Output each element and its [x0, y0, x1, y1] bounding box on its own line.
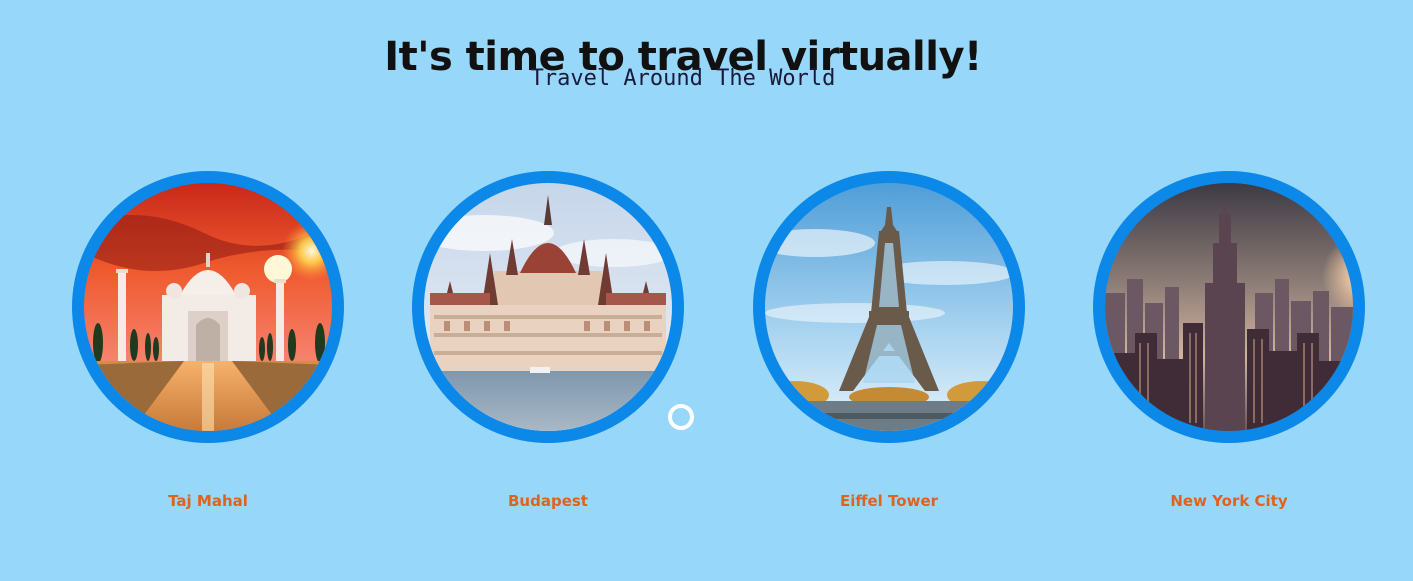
destination-name-eiffel-tower[interactable]: Eiffel Tower	[753, 490, 1025, 512]
budapest-parliament-photo[interactable]	[424, 183, 672, 431]
new-york-skyline-photo[interactable]	[1105, 183, 1353, 431]
eiffel-tower-image	[765, 183, 1013, 431]
destination-card-budapest[interactable]: Budapest	[412, 171, 684, 511]
destination-gallery: Taj Mahal Budapest Eiffel Tower New York…	[0, 171, 1413, 531]
destination-card-taj-mahal[interactable]: Taj Mahal	[72, 171, 344, 511]
destination-name-budapest[interactable]: Budapest	[412, 490, 684, 512]
destination-name-taj-mahal[interactable]: Taj Mahal	[72, 490, 344, 512]
destination-card-new-york-city[interactable]: New York City	[1093, 171, 1365, 511]
destination-photo-ring[interactable]	[72, 171, 344, 443]
destination-card-eiffel-tower[interactable]: Eiffel Tower	[753, 171, 1025, 511]
taj-mahal-image	[84, 183, 332, 431]
destination-photo-ring[interactable]	[1093, 171, 1365, 443]
new-york-skyline-image	[1105, 183, 1353, 431]
cursor-ring-icon	[668, 404, 694, 430]
page-subtitle: Travel Around The World	[530, 66, 836, 91]
eiffel-tower-photo[interactable]	[765, 183, 1013, 431]
destination-photo-ring[interactable]	[412, 171, 684, 443]
taj-mahal-photo[interactable]	[84, 183, 332, 431]
destination-photo-ring[interactable]	[753, 171, 1025, 443]
destination-name-new-york-city[interactable]: New York City	[1093, 490, 1365, 512]
budapest-parliament-image	[424, 183, 672, 431]
